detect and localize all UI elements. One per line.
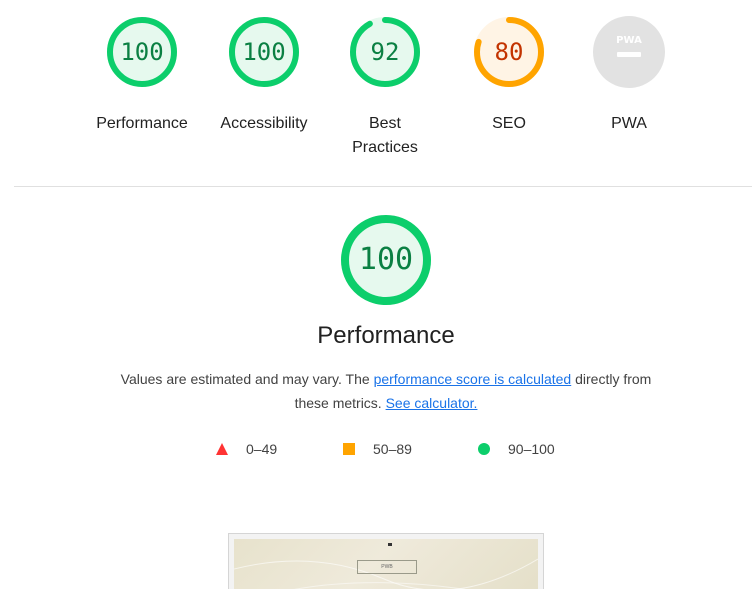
gauge-label: Performance — [96, 115, 188, 132]
gauge-ring: 100 — [106, 16, 178, 88]
gauge-label: PWA — [611, 115, 647, 132]
green-circle-icon — [478, 443, 490, 455]
screenshot-box: PWB — [357, 560, 417, 574]
gauge-ring: 80 — [473, 16, 545, 88]
legend-range: 0–49 — [246, 441, 278, 457]
performance-description: Values are estimated and may vary. The p… — [120, 367, 652, 415]
gauge-accessibility[interactable]: 100 Accessibility — [199, 16, 329, 136]
main-performance-gauge: 100 — [340, 214, 432, 306]
gauge-best-practices[interactable]: 92 Best Practices — [320, 16, 450, 160]
gauge-score: 100 — [120, 38, 164, 66]
gauge-ring: PWA — [593, 16, 665, 88]
legend-range: 90–100 — [508, 441, 555, 457]
orange-square-icon — [343, 443, 355, 455]
pwa-badge-icon: PWA — [593, 16, 665, 88]
gauge-score: 100 — [242, 38, 286, 66]
screenshot-image: PWB — [234, 539, 538, 589]
see-calculator-link[interactable]: See calculator. — [386, 395, 478, 411]
red-triangle-icon — [216, 443, 228, 455]
desc-text: Values are estimated and may vary. The — [120, 371, 374, 387]
pwa-badge-text: PWA — [616, 35, 642, 46]
score-legend: 0–49 50–89 90–100 — [0, 437, 752, 461]
gauge-seo[interactable]: 80 SEO — [444, 16, 574, 136]
score-calculated-link[interactable]: performance score is calculated — [374, 371, 572, 387]
gauge-ring: 92 — [349, 16, 421, 88]
gauge-label: Accessibility — [220, 115, 308, 132]
gauge-ring: 100 — [228, 16, 300, 88]
category-gauges: 100 Performance 100 Accessibility 92 Bes… — [0, 16, 752, 186]
gauge-performance[interactable]: 100 Performance — [77, 16, 207, 136]
gauge-label: Best Practices — [352, 115, 418, 156]
gauge-pwa[interactable]: PWA PWA — [564, 16, 694, 136]
main-gauge-score: 100 — [358, 242, 414, 277]
screenshot-dot — [388, 543, 392, 546]
section-title: Performance — [317, 322, 455, 349]
gauge-score: 92 — [370, 38, 400, 66]
gauge-label: SEO — [492, 115, 526, 132]
legend-range: 50–89 — [373, 441, 412, 457]
gauge-score: 80 — [494, 38, 524, 66]
section-divider — [14, 186, 752, 187]
